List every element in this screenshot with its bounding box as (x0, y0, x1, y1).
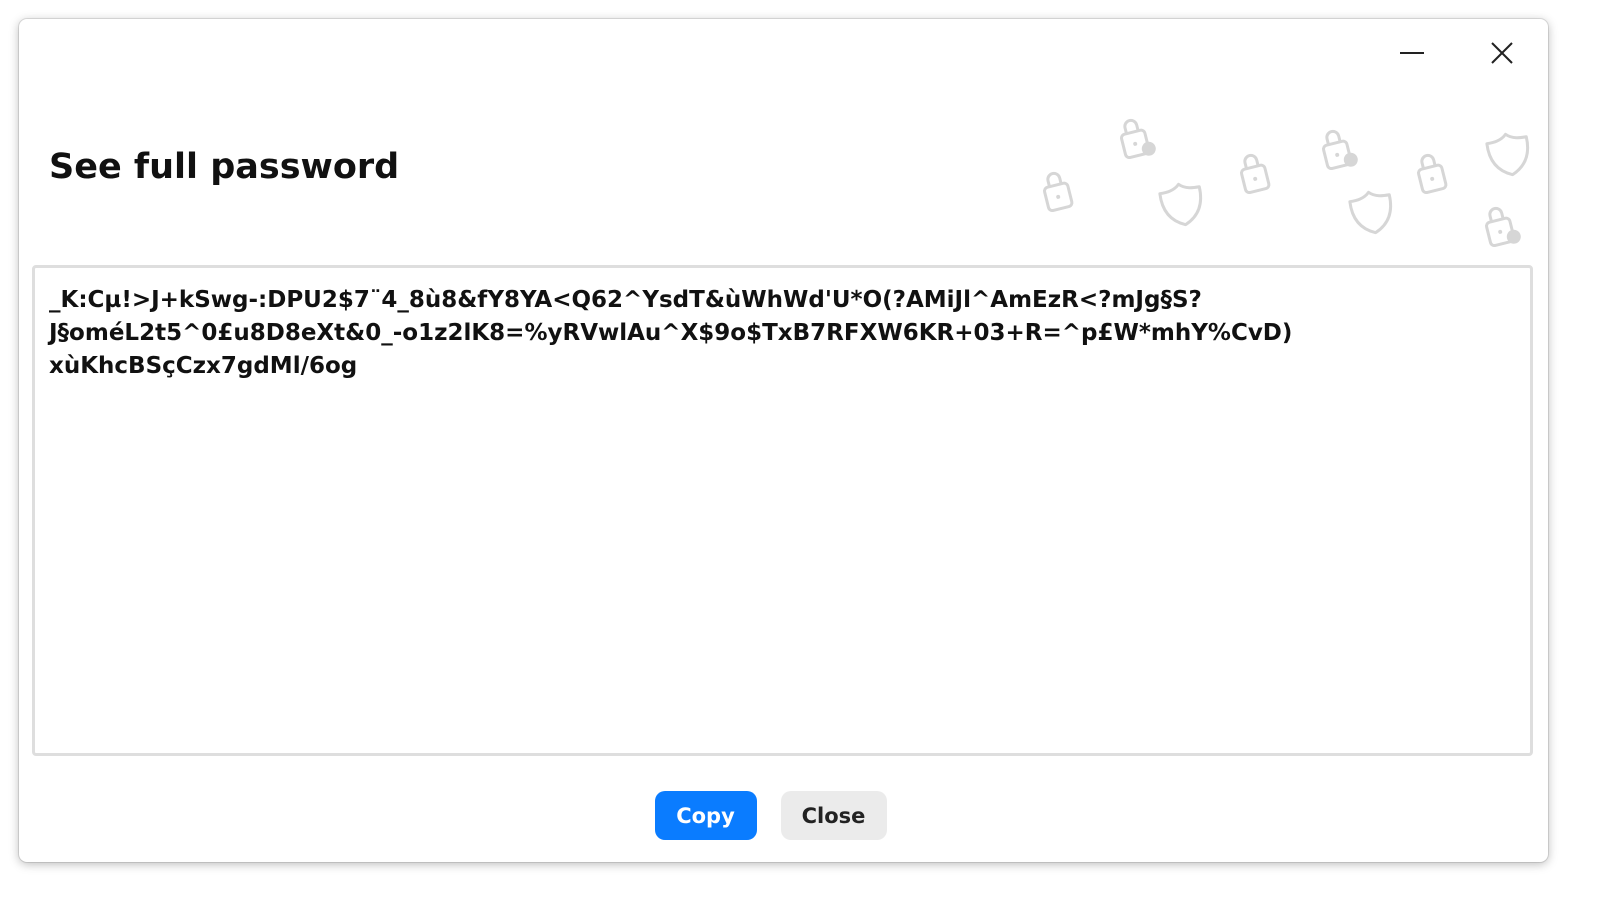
lock-icon (1481, 204, 1521, 248)
close-icon (1491, 42, 1513, 64)
shield-icon (1484, 129, 1534, 180)
security-decoration (1039, 116, 1534, 248)
shield-icon (1347, 187, 1397, 238)
dialog-footer: Copy Close (19, 791, 1548, 840)
lock-icon (1039, 169, 1075, 213)
close-button[interactable]: Close (780, 791, 887, 840)
lock-icon (1318, 127, 1358, 171)
copy-button[interactable]: Copy (654, 791, 757, 840)
window-close-button[interactable] (1478, 29, 1526, 77)
minimize-button[interactable] (1388, 29, 1436, 77)
dialog-title: See full password (49, 147, 400, 187)
password-dialog-window: See full password _K:Cµ!>J+kSwg-:DPU2$7¨… (19, 19, 1548, 862)
shield-icon (1157, 179, 1207, 230)
lock-icon (1236, 151, 1272, 195)
password-text-area[interactable]: _K:Cµ!>J+kSwg-:DPU2$7¨4_8ù8&fY8YA<Q62^Ys… (32, 265, 1533, 756)
lock-icon (1413, 151, 1449, 195)
minimize-icon (1400, 52, 1424, 54)
lock-icon (1116, 116, 1156, 160)
